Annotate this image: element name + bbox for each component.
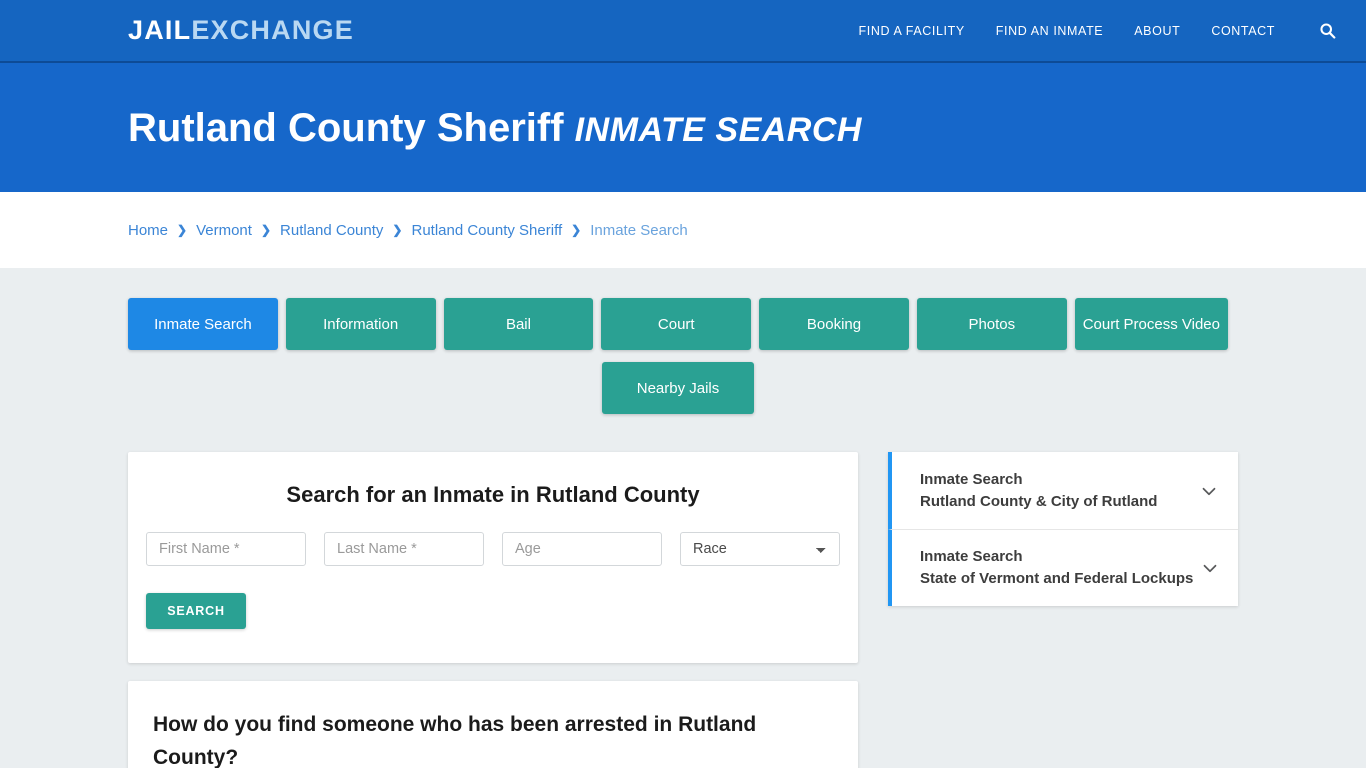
breadcrumb-separator-icon: ❯ xyxy=(260,223,272,237)
breadcrumb-item-home[interactable]: Home xyxy=(128,222,168,239)
tab-inmate-search[interactable]: Inmate Search xyxy=(128,298,278,350)
nav-item-find-a-facility[interactable]: FIND A FACILITY xyxy=(859,24,965,38)
search-icon[interactable] xyxy=(1316,20,1338,42)
first-name-input[interactable] xyxy=(146,532,306,566)
breadcrumb: Home ❯ Vermont ❯ Rutland County ❯ Rutlan… xyxy=(128,222,688,239)
accordion-subtitle: State of Vermont and Federal Lockups xyxy=(920,570,1194,587)
sidebar-accordion-group: Inmate Search Rutland County & City of R… xyxy=(888,452,1238,606)
search-button[interactable]: SEARCH xyxy=(146,593,246,629)
accordion-label-group: Inmate Search State of Vermont and Feder… xyxy=(920,546,1193,590)
tab-court[interactable]: Court xyxy=(601,298,752,350)
search-card-heading: Search for an Inmate in Rutland County xyxy=(286,482,700,507)
nav-item-find-an-inmate[interactable]: FIND AN INMATE xyxy=(996,24,1103,38)
accordion-title: Inmate Search xyxy=(920,470,1023,488)
nav-item-contact[interactable]: CONTACT xyxy=(1211,24,1275,38)
nav-item-about[interactable]: ABOUT xyxy=(1134,24,1180,38)
site-logo[interactable]: JAILEXCHANGE xyxy=(128,15,354,46)
tab-photos[interactable]: Photos xyxy=(916,298,1067,350)
accordion-label-group: Inmate Search Rutland County & City of R… xyxy=(920,469,1192,513)
section-tabs-row-2: Nearby Jails xyxy=(128,362,1228,414)
tab-information[interactable]: Information xyxy=(285,298,436,350)
tab-nearby-jails[interactable]: Nearby Jails xyxy=(602,362,754,414)
main-content: Inmate Search Information Bail Court Boo… xyxy=(0,268,1366,768)
breadcrumb-item-rutland-county[interactable]: Rutland County xyxy=(280,222,383,239)
breadcrumb-bar: Home ❯ Vermont ❯ Rutland County ❯ Rutlan… xyxy=(0,192,1366,268)
content-grid: Search for an Inmate in Rutland County R… xyxy=(128,452,1238,768)
section-tabs: Inmate Search Information Bail Court Boo… xyxy=(128,298,1228,350)
chevron-down-icon[interactable] xyxy=(1199,557,1221,579)
breadcrumb-item-rutland-county-sheriff[interactable]: Rutland County Sheriff xyxy=(411,222,562,239)
last-name-input[interactable] xyxy=(324,532,484,566)
content-main-column: Search for an Inmate in Rutland County R… xyxy=(128,452,858,768)
race-select[interactable]: Race xyxy=(680,532,840,566)
page-title-main: Rutland County Sheriff xyxy=(128,105,564,150)
sidebar-column: Inmate Search Rutland County & City of R… xyxy=(888,452,1238,768)
inmate-search-card: Search for an Inmate in Rutland County R… xyxy=(128,452,858,663)
accordion-inmate-search-rutland-county[interactable]: Inmate Search Rutland County & City of R… xyxy=(888,452,1238,529)
logo-text-primary: JAIL xyxy=(128,15,192,45)
breadcrumb-separator-icon: ❯ xyxy=(177,223,188,237)
accordion-subtitle: Rutland County & City of Rutland xyxy=(920,492,1158,510)
tab-booking[interactable]: Booking xyxy=(759,298,909,350)
page-title-subtitle: INMATE SEARCH xyxy=(574,110,862,149)
breadcrumb-item-vermont[interactable]: Vermont xyxy=(196,222,252,239)
top-navigation-bar: JAILEXCHANGE FIND A FACILITY FIND AN INM… xyxy=(0,0,1366,63)
tab-court-process-video[interactable]: Court Process Video xyxy=(1074,298,1228,350)
accordion-title: Inmate Search xyxy=(920,548,1023,566)
article-heading: How do you find someone who has been arr… xyxy=(153,713,757,768)
accordion-inmate-search-vermont-federal[interactable]: Inmate Search State of Vermont and Feder… xyxy=(888,529,1238,606)
page-hero: Rutland County Sheriff INMATE SEARCH xyxy=(0,63,1366,192)
search-fields-row: Race xyxy=(146,532,840,566)
breadcrumb-separator-icon: ❯ xyxy=(571,223,582,237)
page-title: Rutland County Sheriff INMATE SEARCH xyxy=(128,108,862,148)
article-card: How do you find someone who has been arr… xyxy=(128,681,858,768)
tab-bail[interactable]: Bail xyxy=(443,298,594,350)
chevron-down-icon[interactable] xyxy=(1198,480,1220,502)
primary-nav: FIND A FACILITY FIND AN INMATE ABOUT CON… xyxy=(859,20,1338,42)
breadcrumb-item-inmate-search: Inmate Search xyxy=(590,221,688,239)
breadcrumb-separator-icon: ❯ xyxy=(392,223,403,237)
age-input[interactable] xyxy=(502,532,662,566)
logo-text-secondary: EXCHANGE xyxy=(191,15,354,45)
